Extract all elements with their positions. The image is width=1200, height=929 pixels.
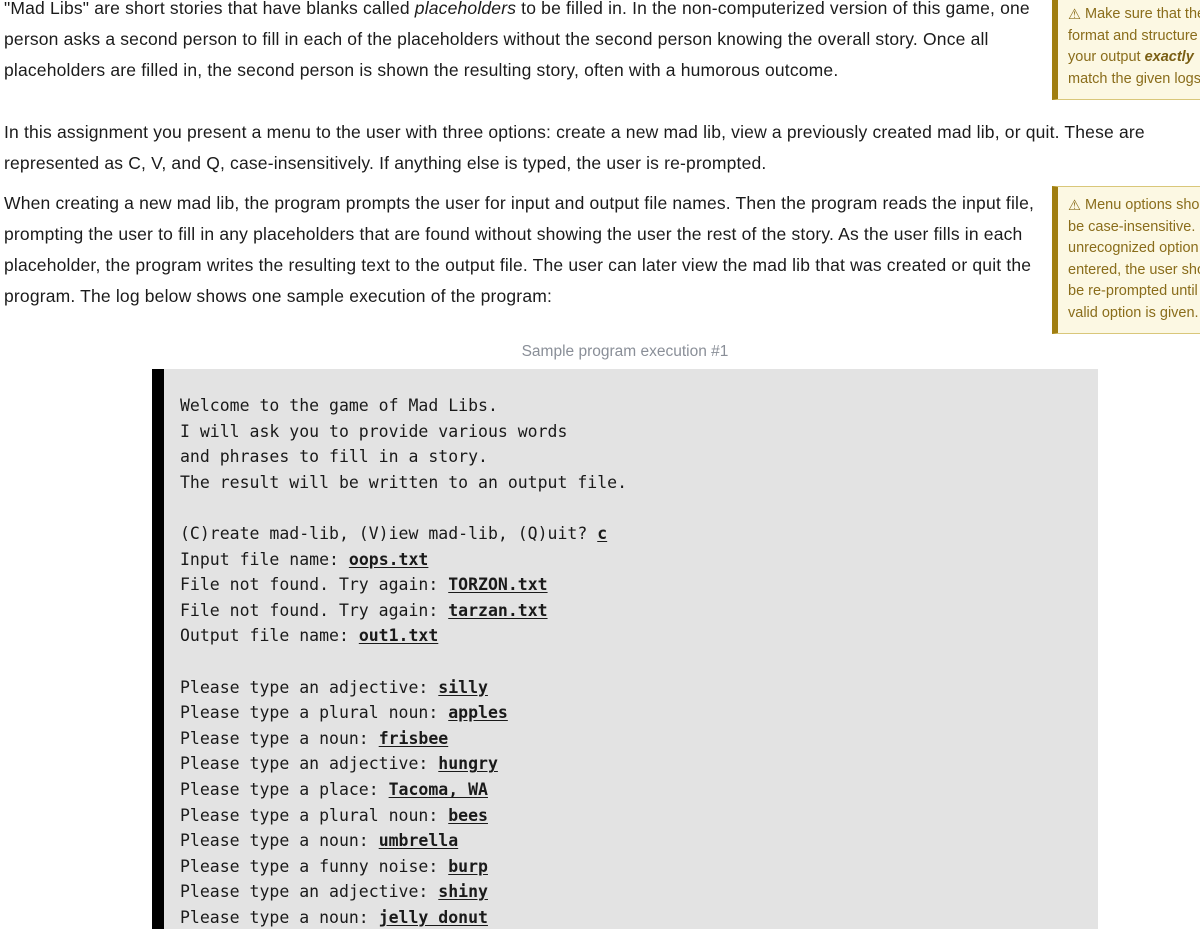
callout-output-format: ⚠ Make sure that the format and structure…: [1052, 0, 1200, 100]
console-output-text: Please type a place:: [180, 779, 389, 799]
console-output-text: Please type a plural noun:: [180, 805, 449, 825]
console-user-input: TORZON.txt: [448, 575, 548, 595]
sample-execution-figure: Sample program execution #1 Welcome to t…: [152, 341, 1098, 929]
console-output-text: Input file name:: [180, 549, 349, 569]
console-user-input: frisbee: [378, 728, 449, 748]
console-user-input: apples: [448, 703, 508, 723]
console-output-text: Please type a noun:: [180, 907, 379, 927]
callout-output-format-text: Make sure that the format and structure …: [1068, 6, 1200, 87]
callout-menu-case-insensitive-text: Menu options should be case-insensitive.…: [1068, 197, 1200, 321]
console-user-input: out1.txt: [358, 626, 439, 646]
console-user-input: umbrella: [378, 831, 459, 851]
console-user-input: c: [597, 523, 608, 543]
console-user-input: jelly donut: [378, 907, 488, 927]
figure-caption: Sample program execution #1: [521, 343, 729, 360]
console-output-text: The result will be written to an output …: [180, 472, 628, 492]
console-user-input: bees: [448, 805, 488, 825]
console-user-input: oops.txt: [348, 549, 429, 569]
console-user-input: burp: [448, 856, 488, 876]
console-output-text: Please type an adjective:: [180, 882, 439, 902]
console-output-text: Please type a funny noise:: [180, 856, 449, 876]
console-user-input: tarzan.txt: [448, 600, 548, 620]
console-output-text: (C)reate mad-lib, (V)iew mad-lib, (Q)uit…: [180, 523, 598, 543]
console-output-text: Please type an adjective:: [180, 754, 439, 774]
paragraph-intro: "Mad Libs" are short stories that have b…: [4, 0, 1030, 80]
console-user-input: hungry: [438, 754, 498, 774]
console-output-text: Please type a noun:: [180, 831, 379, 851]
console-user-input: silly: [438, 677, 488, 697]
console-output-text: and phrases to fill in a story.: [180, 447, 488, 467]
console-user-input: Tacoma, WA: [388, 779, 488, 799]
console-output-text: I will ask you to provide various words: [180, 421, 568, 441]
warning-triangle-icon: ⚠: [1068, 198, 1081, 214]
console-output-text: Output file name:: [180, 626, 359, 646]
paragraph-creating: When creating a new mad lib, the program…: [4, 193, 1035, 306]
warning-triangle-icon: ⚠: [1068, 7, 1081, 23]
console-user-input: shiny: [438, 882, 488, 902]
console-output-text: Please type an adjective:: [180, 677, 439, 697]
console-output-text: File not found. Try again:: [180, 575, 449, 595]
console-output-text: Please type a noun:: [180, 728, 379, 748]
callout-menu-case-insensitive: ⚠Menu options should be case-insensitive…: [1052, 186, 1200, 334]
console-output-text: Welcome to the game of Mad Libs.: [180, 396, 498, 415]
console-output-text: File not found. Try again:: [180, 600, 449, 620]
console-text: Welcome to the game of Mad Libs. I will …: [180, 393, 1098, 929]
console-output-text: Please type a plural noun:: [180, 703, 449, 723]
console-log-block: Welcome to the game of Mad Libs. I will …: [152, 369, 1098, 929]
paragraph-menu-options: In this assignment you present a menu to…: [4, 122, 1145, 173]
